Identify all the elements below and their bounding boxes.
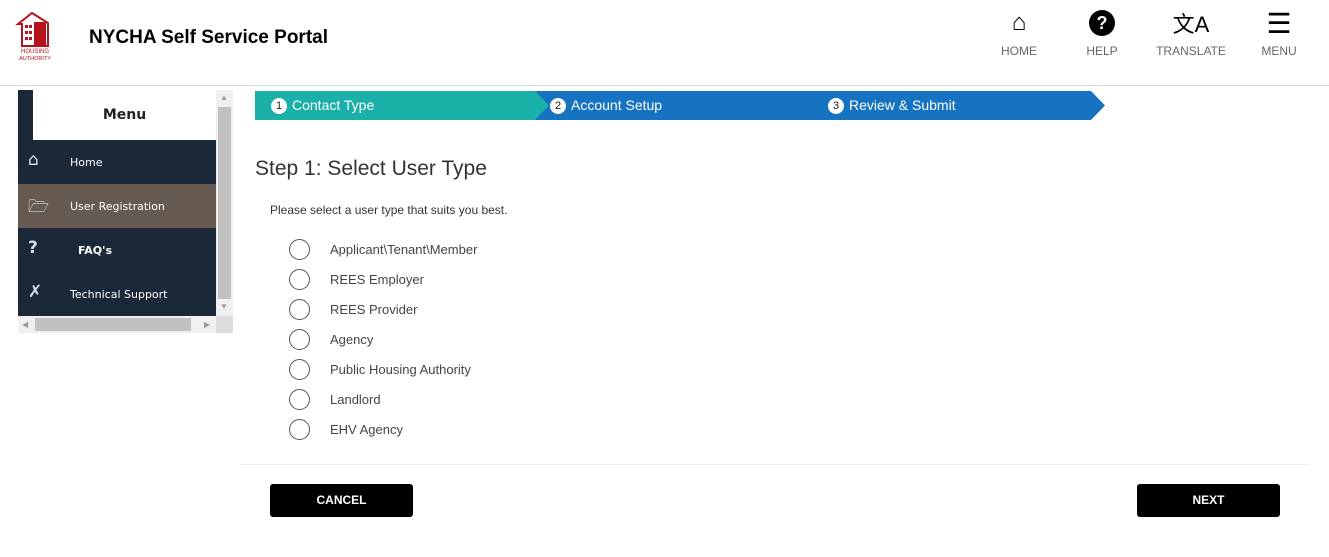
radio-button[interactable] xyxy=(289,418,310,440)
radio-button[interactable] xyxy=(289,388,310,410)
scroll-thumb[interactable] xyxy=(218,107,231,299)
radio-button[interactable] xyxy=(289,358,310,380)
translate-icon: 文A xyxy=(1172,12,1210,37)
svg-text:HOUSING: HOUSING xyxy=(21,49,49,55)
menu-title: Menu xyxy=(33,90,216,140)
step-contact-type: 1 Contact Type xyxy=(271,91,374,120)
sidebar-item-user-registration[interactable]: 🗁 User Registration xyxy=(18,184,216,228)
user-type-option[interactable]: EHV Agency xyxy=(289,418,403,440)
nav-home[interactable]: ⌂ HOME xyxy=(979,8,1059,58)
nav-label: MENU xyxy=(1261,44,1297,58)
nav-label: HELP xyxy=(1086,44,1118,58)
question-circle-icon: ? xyxy=(1062,8,1142,38)
sidebar: Menu ⌂ Home 🗁 User Registration ? FAQ's ✗ Te… xyxy=(18,90,216,316)
scroll-down-arrow[interactable]: ▼ xyxy=(220,302,228,311)
step-number: 3 xyxy=(828,98,844,114)
sidebar-horizontal-scrollbar[interactable]: ◀ ▶ xyxy=(18,316,216,333)
user-type-option[interactable]: Landlord xyxy=(289,388,381,410)
nav-help[interactable]: ? HELP xyxy=(1062,8,1142,58)
option-label[interactable]: Agency xyxy=(330,332,373,347)
step-number: 2 xyxy=(550,98,566,114)
step-label: Review & Submit xyxy=(849,97,956,113)
sidebar-item-faqs[interactable]: ? FAQ's xyxy=(18,228,216,272)
user-type-option[interactable]: Applicant\Tenant\Member xyxy=(289,238,477,260)
nav-translate[interactable]: 文A TRANSLATE xyxy=(1151,8,1231,58)
user-type-option[interactable]: Agency xyxy=(289,328,373,350)
step-label: Contact Type xyxy=(292,97,375,113)
option-label[interactable]: REES Provider xyxy=(330,302,417,317)
radio-button[interactable] xyxy=(289,238,310,260)
progress-steps: 1 Contact Type 2 Account Setup 3 Review & S… xyxy=(255,91,1105,120)
sidebar-item-home[interactable]: ⌂ Home xyxy=(18,140,216,184)
page-heading: Step 1: Select User Type xyxy=(255,157,487,180)
steps-background xyxy=(255,91,1105,120)
nycha-logo[interactable]: HOUSING AUTHORITY xyxy=(14,10,56,62)
question-icon: ? xyxy=(28,238,38,258)
nav-label: HOME xyxy=(1001,44,1037,58)
home-icon: ⌂ xyxy=(28,150,39,170)
user-type-option[interactable]: Public Housing Authority xyxy=(289,358,471,380)
scroll-thumb[interactable] xyxy=(35,318,191,331)
instruction-text: Please select a user type that suits you… xyxy=(270,203,508,217)
radio-button[interactable] xyxy=(289,298,310,320)
option-label[interactable]: Applicant\Tenant\Member xyxy=(330,242,477,257)
user-type-option[interactable]: REES Employer xyxy=(289,268,424,290)
option-label[interactable]: Public Housing Authority xyxy=(330,362,471,377)
nav-label: TRANSLATE xyxy=(1156,44,1226,58)
option-label[interactable]: EHV Agency xyxy=(330,422,403,437)
folder-check-icon: 🗁 xyxy=(28,197,50,217)
nav-menu[interactable]: ☰ MENU xyxy=(1239,7,1319,59)
sidebar-vertical-scrollbar[interactable]: ▲ ▼ xyxy=(216,90,233,316)
sidebar-item-label: FAQ's xyxy=(78,244,113,257)
scrollbar-corner xyxy=(216,316,233,333)
cancel-button[interactable]: CANCEL xyxy=(270,484,413,517)
portal-title: NYCHA Self Service Portal xyxy=(89,27,328,48)
scroll-right-arrow[interactable]: ▶ xyxy=(204,320,210,329)
scroll-left-arrow[interactable]: ◀ xyxy=(22,320,28,329)
step-number: 1 xyxy=(271,98,287,114)
radio-button[interactable] xyxy=(289,268,310,290)
home-icon: ⌂ xyxy=(1011,9,1027,36)
option-label[interactable]: Landlord xyxy=(330,392,381,407)
sidebar-item-technical-support[interactable]: ✗ Technical Support xyxy=(18,272,216,316)
step-account-setup: 2 Account Setup xyxy=(550,91,662,120)
divider xyxy=(240,464,1309,465)
next-button[interactable]: NEXT xyxy=(1137,484,1280,517)
svg-text:AUTHORITY: AUTHORITY xyxy=(19,56,51,62)
radio-button[interactable] xyxy=(289,328,310,350)
step-label: Account Setup xyxy=(571,97,663,113)
sidebar-item-label: User Registration xyxy=(70,200,165,213)
tools-icon: ✗ xyxy=(28,282,43,302)
sidebar-item-label: Technical Support xyxy=(70,288,168,301)
scroll-up-arrow[interactable]: ▲ xyxy=(220,93,228,102)
header: HOUSING AUTHORITY NYCHA Self Service Por… xyxy=(0,0,1329,86)
option-label[interactable]: REES Employer xyxy=(330,272,424,287)
step-review-submit: 3 Review & Submit xyxy=(828,91,956,120)
user-type-option[interactable]: REES Provider xyxy=(289,298,417,320)
hamburger-icon: ☰ xyxy=(1266,7,1292,39)
sidebar-item-label: Home xyxy=(70,156,103,169)
